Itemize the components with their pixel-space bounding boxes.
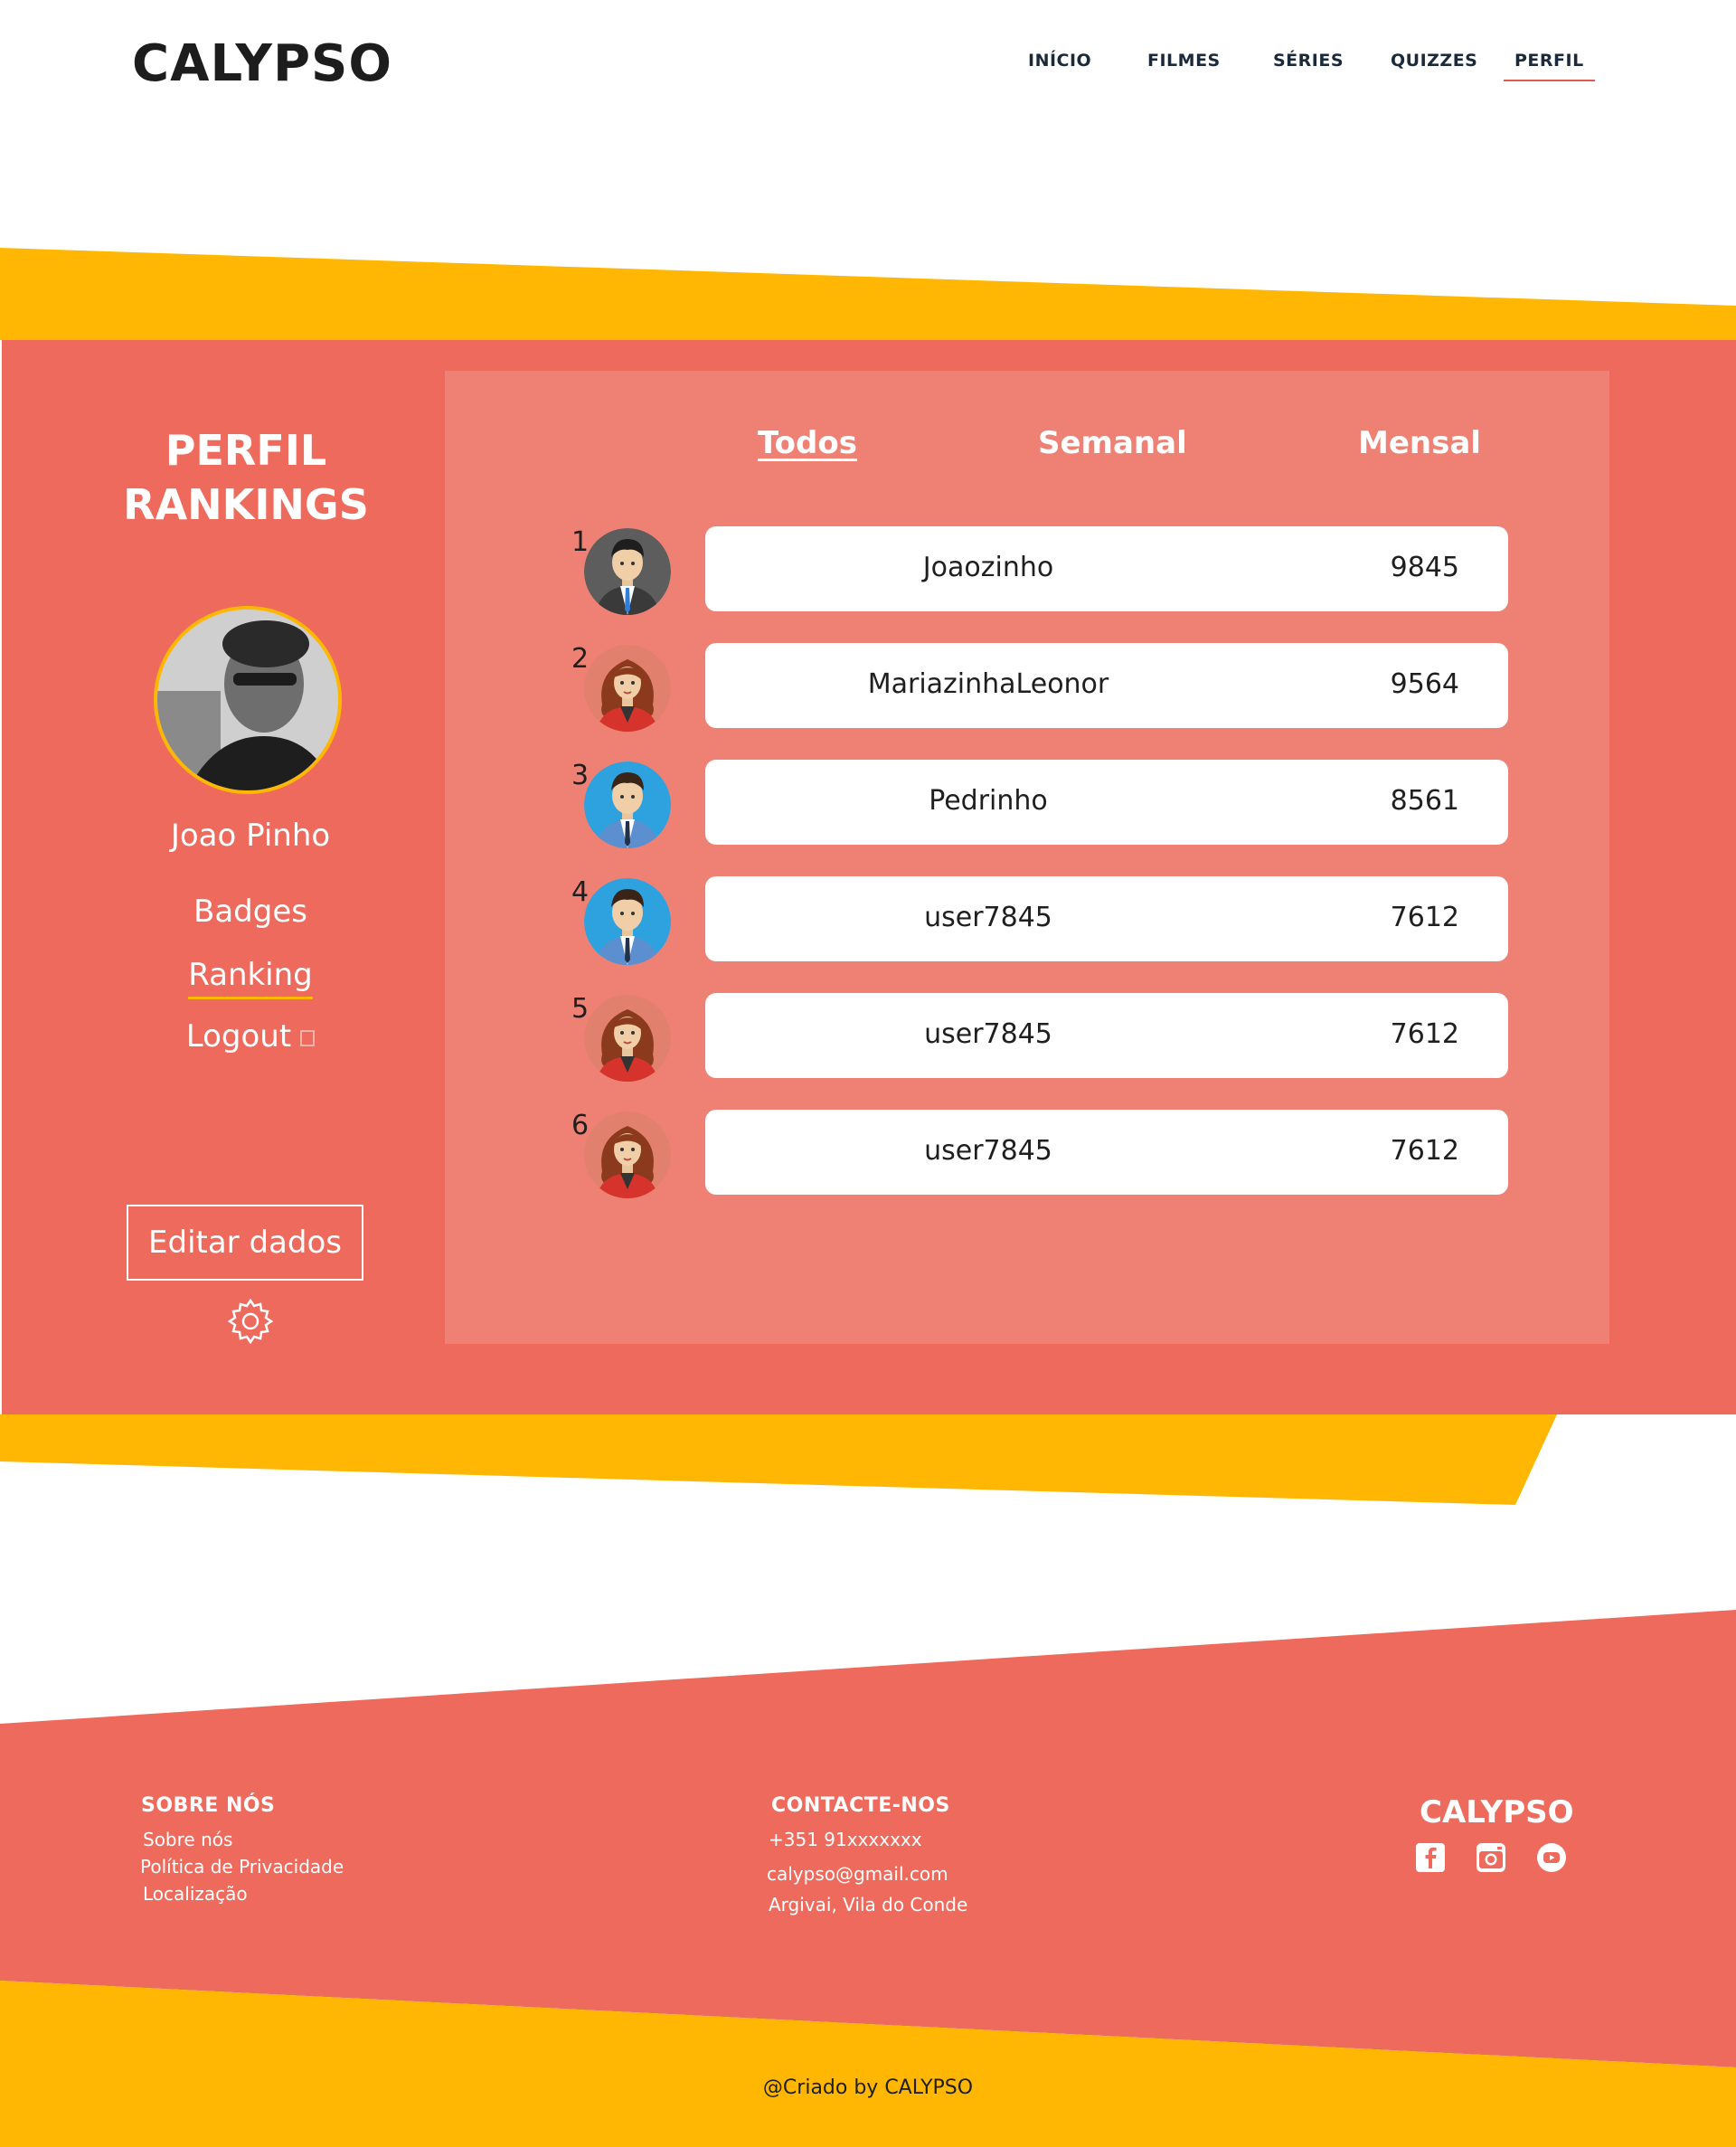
footer-email[interactable]: calypso@gmail.com [767, 1863, 948, 1885]
woman-red-avatar [584, 995, 671, 1082]
tab-mensal[interactable]: Mensal [1358, 425, 1481, 461]
man-blue-avatar [584, 878, 671, 965]
sidebar-link-ranking[interactable]: Ranking [110, 957, 391, 999]
nav-perfil[interactable]: PERFIL [1504, 51, 1595, 81]
tab-todos[interactable]: Todos [758, 425, 857, 461]
rank-username: user7845 [924, 1135, 1052, 1167]
ranking-row[interactable]: 4 user7845 7612 [571, 876, 1508, 965]
main-nav: INÍCIO FILMES SÉRIES QUIZZES PERFIL [0, 51, 1736, 87]
rank-username: MariazinhaLeonor [867, 668, 1109, 700]
rank-number: 5 [571, 993, 590, 1025]
tab-semanal[interactable]: Semanal [1038, 425, 1187, 461]
copyright-text: @Criado by CALYPSO [762, 2076, 974, 2099]
rank-card[interactable]: MariazinhaLeonor 9564 [705, 643, 1508, 728]
nav-series[interactable]: SÉRIES [1273, 51, 1344, 71]
ranking-row[interactable]: 6 user7845 7612 [571, 1110, 1508, 1198]
ranking-row[interactable]: 1 Joaozinho 9845 [571, 526, 1508, 615]
rank-score: 8561 [1390, 785, 1459, 817]
ranking-row[interactable]: 2 MariazinhaLeonor 9564 [571, 643, 1508, 732]
rank-card[interactable]: user7845 7612 [705, 1110, 1508, 1195]
rank-username: user7845 [924, 902, 1052, 933]
profile-panel: PERFIL RANKINGS Joao Pinho Badges Rankin… [2, 340, 1736, 1414]
nav-quizzes[interactable]: QUIZZES [1391, 51, 1477, 71]
user-name: Joao Pinho [170, 818, 331, 854]
ranking-row[interactable]: 3 Pedrinho 8561 [571, 760, 1508, 848]
rank-number: 1 [571, 526, 590, 558]
footer-phone: +351 91xxxxxxx [769, 1829, 922, 1850]
sidebar-link-badges[interactable]: Badges [110, 894, 391, 930]
sidebar-link-logout[interactable]: Logout [110, 1018, 391, 1055]
edit-data-button[interactable]: Editar dados [127, 1205, 363, 1281]
rank-card[interactable]: Joaozinho 9845 [705, 526, 1508, 611]
rank-card[interactable]: user7845 7612 [705, 876, 1508, 961]
rank-username: Pedrinho [929, 785, 1048, 817]
footer-link-sobre-nos[interactable]: Sobre nós [143, 1829, 232, 1850]
ranking-card: Todos Semanal Mensal 1 Joaozinho 9845 2 Mari… [445, 371, 1609, 1344]
rank-number: 4 [571, 876, 590, 908]
woman-red-avatar [584, 645, 671, 732]
profile-avatar [154, 606, 342, 794]
rank-score: 7612 [1390, 1135, 1459, 1167]
footer-brand: CALYPSO [1420, 1794, 1574, 1830]
footer-contact-title: CONTACTE-NOS [771, 1794, 950, 1817]
man-blue-avatar [584, 761, 671, 848]
nav-inicio[interactable]: INÍCIO [1028, 51, 1091, 71]
ranking-row[interactable]: 5 user7845 7612 [571, 993, 1508, 1082]
footer-address: Argivai, Vila do Conde [769, 1894, 968, 1915]
rank-number: 6 [571, 1110, 590, 1141]
nav-filmes[interactable]: FILMES [1147, 51, 1221, 71]
rank-number: 2 [571, 643, 590, 675]
footer-link-localizacao[interactable]: Localização [143, 1883, 248, 1905]
footer-link-privacidade[interactable]: Política de Privacidade [140, 1856, 344, 1877]
rank-username: user7845 [924, 1018, 1052, 1050]
title-line-1: PERFIL [165, 426, 327, 475]
man-suit-dark-avatar [584, 528, 671, 615]
footer-about-title: SOBRE NÓS [141, 1794, 276, 1817]
page-title: PERFIL RANKINGS [110, 423, 382, 532]
sidebar-link-ranking-label: Ranking [188, 957, 313, 999]
gear-icon[interactable] [226, 1297, 275, 1346]
instagram-icon[interactable] [1477, 1843, 1505, 1872]
facebook-icon[interactable] [1416, 1843, 1445, 1872]
rank-card[interactable]: Pedrinho 8561 [705, 760, 1508, 845]
rank-score: 7612 [1390, 902, 1459, 933]
rank-score: 9845 [1390, 552, 1459, 583]
youtube-icon[interactable] [1537, 1843, 1566, 1872]
title-line-2: RANKINGS [123, 480, 369, 529]
rank-score: 9564 [1390, 668, 1459, 700]
rank-number: 3 [571, 760, 590, 791]
rank-username: Joaozinho [922, 552, 1054, 583]
rank-card[interactable]: user7845 7612 [705, 993, 1508, 1078]
sidebar-link-logout-label: Logout [185, 1018, 292, 1055]
rank-score: 7612 [1390, 1018, 1459, 1050]
logout-icon [300, 1029, 316, 1046]
woman-red-avatar [584, 1111, 671, 1198]
